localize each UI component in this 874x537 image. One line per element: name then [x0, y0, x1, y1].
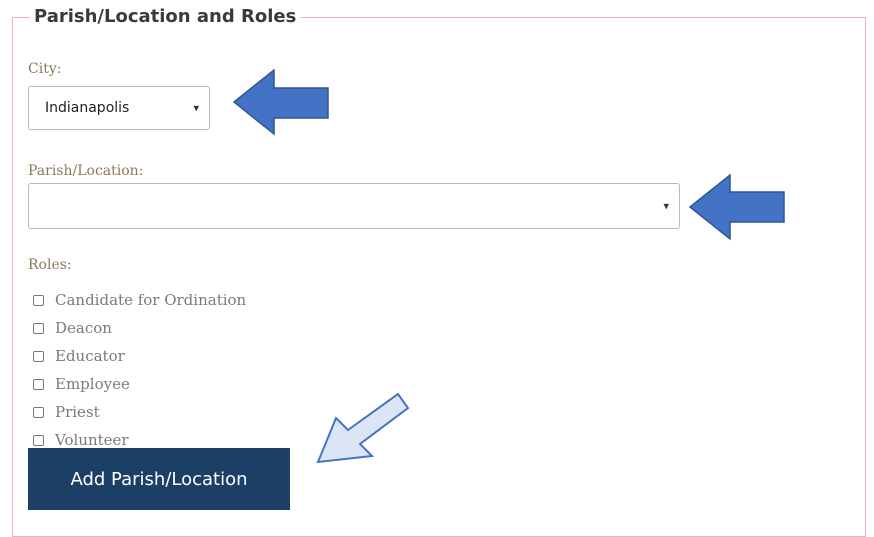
- roles-label: Roles:: [28, 257, 72, 273]
- role-checkbox[interactable]: [33, 294, 44, 306]
- parish-select[interactable]: ▾: [28, 183, 680, 229]
- roles-list: Candidate for Ordination Deacon Educator…: [33, 286, 246, 454]
- city-label: City:: [28, 61, 62, 77]
- role-label: Deacon: [55, 319, 112, 337]
- add-parish-location-button[interactable]: Add Parish/Location: [28, 448, 290, 510]
- parish-label: Parish/Location:: [28, 163, 144, 179]
- down-left-arrow-icon: [316, 392, 410, 464]
- city-select[interactable]: Indianapolis ▾: [28, 86, 210, 130]
- left-arrow-icon: [688, 173, 785, 241]
- role-checkbox[interactable]: [33, 350, 44, 362]
- role-educator[interactable]: Educator: [33, 342, 246, 370]
- role-candidate[interactable]: Candidate for Ordination: [33, 286, 246, 314]
- role-label: Educator: [55, 347, 125, 365]
- chevron-down-icon: ▾: [663, 199, 669, 213]
- role-checkbox[interactable]: [33, 434, 44, 446]
- chevron-down-icon: ▾: [193, 101, 199, 115]
- role-label: Priest: [55, 403, 100, 421]
- role-label: Employee: [55, 375, 130, 393]
- left-arrow-icon: [232, 68, 329, 136]
- section-legend: Parish/Location and Roles: [30, 6, 301, 28]
- role-priest[interactable]: Priest: [33, 398, 246, 426]
- role-checkbox[interactable]: [33, 406, 44, 418]
- role-label: Candidate for Ordination: [55, 291, 247, 309]
- role-checkbox[interactable]: [33, 378, 44, 390]
- city-selected-value: Indianapolis: [45, 100, 130, 116]
- role-checkbox[interactable]: [33, 322, 44, 334]
- role-label: Volunteer: [55, 431, 129, 449]
- role-deacon[interactable]: Deacon: [33, 314, 246, 342]
- role-employee[interactable]: Employee: [33, 370, 246, 398]
